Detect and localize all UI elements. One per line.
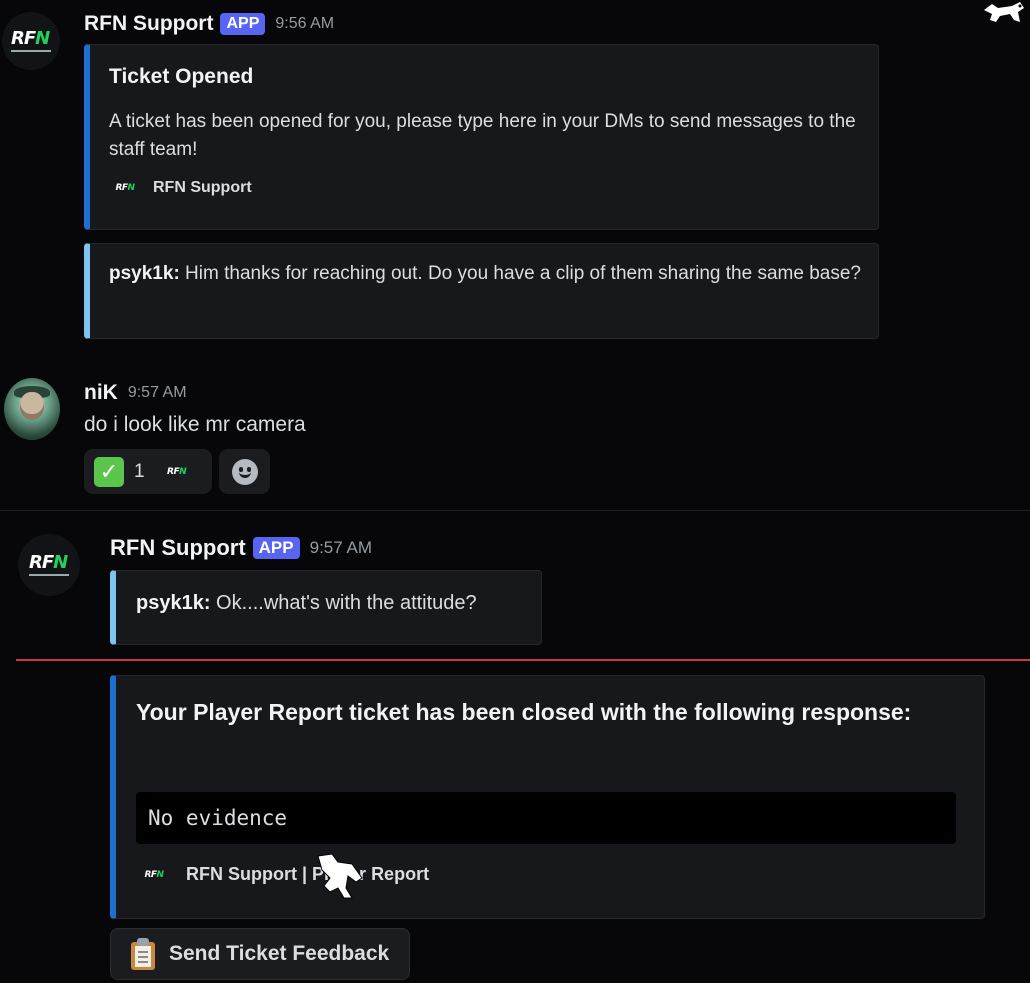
nik-avatar[interactable] bbox=[4, 378, 60, 440]
app-badge: APP bbox=[252, 537, 300, 559]
message-header: RFN Support APP 9:57 AM bbox=[110, 535, 372, 561]
staff-reply-embed: psyk1k: Ok....what's with the attitude? bbox=[110, 570, 542, 645]
add-reaction-button[interactable] bbox=[219, 449, 270, 494]
author-name[interactable]: RFN Support bbox=[110, 535, 246, 561]
embed-title: Ticket Opened bbox=[109, 65, 254, 88]
footer-logo-icon: RFN bbox=[115, 183, 135, 193]
ticket-opened-embed: Ticket Opened A ticket has been opened f… bbox=[84, 44, 879, 230]
reaction-count: 1 bbox=[134, 460, 145, 482]
smiley-icon bbox=[231, 458, 258, 485]
timestamp[interactable]: 9:57 AM bbox=[128, 384, 187, 402]
author-name[interactable]: RFN Support bbox=[84, 12, 213, 36]
staff-message: Ok....what's with the attitude? bbox=[210, 592, 477, 614]
staff-reply-text: psyk1k: Him thanks for reaching out. Do … bbox=[109, 260, 869, 288]
author-name[interactable]: niK bbox=[84, 381, 118, 405]
footer-text: RFN Support | Player Report bbox=[186, 864, 430, 884]
staff-name: psyk1k: bbox=[136, 592, 211, 614]
clipboard-icon bbox=[131, 938, 155, 970]
timestamp[interactable]: 9:56 AM bbox=[275, 15, 334, 33]
staff-reply-text: psyk1k: Ok....what's with the attitude? bbox=[136, 589, 536, 617]
rfn-support-avatar[interactable]: RFN bbox=[2, 12, 60, 70]
message-divider bbox=[0, 510, 1030, 511]
rfn-support-avatar[interactable]: RFN bbox=[18, 534, 80, 596]
send-ticket-feedback-button[interactable]: Send Ticket Feedback bbox=[110, 928, 410, 980]
staff-message: Him thanks for reaching out. Do you have… bbox=[179, 263, 861, 284]
dog-sticker-icon bbox=[984, 2, 1024, 22]
sticker-overlay-icon bbox=[317, 853, 363, 899]
staff-name: psyk1k: bbox=[109, 263, 180, 284]
rfn-logo: RFN bbox=[29, 554, 69, 576]
staff-reply-embed: psyk1k: Him thanks for reaching out. Do … bbox=[84, 243, 879, 339]
reactor-avatar-icon: RFN bbox=[167, 466, 187, 477]
reaction-check[interactable]: ✓ 1 RFN bbox=[84, 449, 212, 494]
embed-footer: RFN RFN Support bbox=[113, 179, 252, 197]
response-codeblock: No evidence bbox=[136, 792, 956, 844]
check-mark-icon: ✓ bbox=[94, 456, 124, 487]
app-badge: APP bbox=[220, 13, 266, 35]
new-messages-divider bbox=[16, 659, 1030, 661]
embed-title: Your Player Report ticket has been close… bbox=[136, 699, 912, 725]
timestamp[interactable]: 9:57 AM bbox=[310, 538, 372, 558]
message-header: RFN Support APP 9:56 AM bbox=[84, 12, 334, 36]
footer-logo-icon: RFN bbox=[144, 869, 164, 880]
embed-description: A ticket has been opened for you, please… bbox=[109, 111, 856, 160]
message-header: niK 9:57 AM bbox=[84, 381, 187, 405]
button-label: Send Ticket Feedback bbox=[169, 942, 390, 965]
embed-footer: RFN RFN Support | Player Report bbox=[142, 864, 429, 885]
footer-text: RFN Support bbox=[153, 179, 252, 196]
rfn-logo: RFN bbox=[11, 30, 51, 52]
message-text: do i look like mr camera bbox=[84, 413, 306, 436]
